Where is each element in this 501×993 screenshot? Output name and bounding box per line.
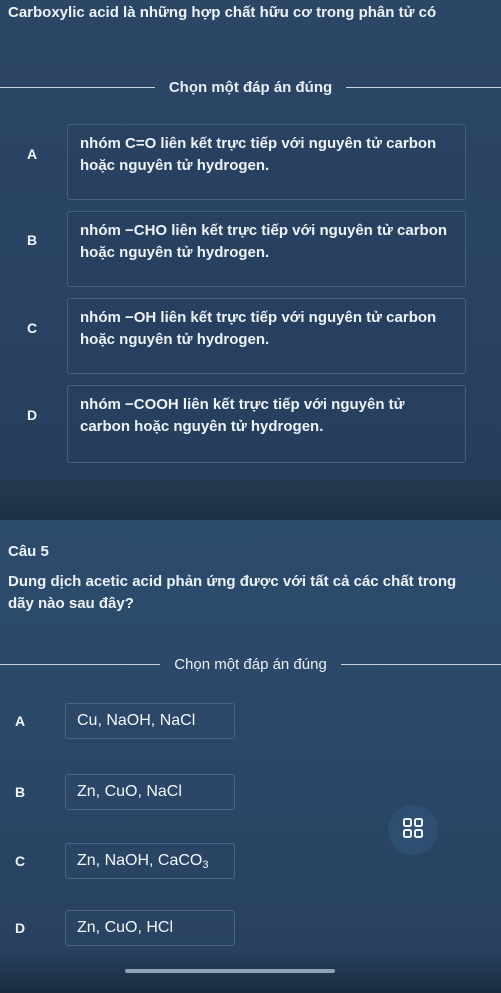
option-a-letter: A [14, 713, 26, 729]
option-b-letter: B [14, 784, 26, 800]
divider-line [340, 664, 501, 665]
prompt-divider-4: Chọn một đáp án đúng [0, 79, 501, 96]
option-c-letter: C [26, 320, 38, 336]
home-indicator[interactable] [125, 969, 335, 973]
option-c-text: Zn, NaOH, CaCO [77, 852, 203, 869]
option-a-letter: A [26, 146, 38, 162]
option-d-letter: D [14, 920, 26, 936]
option-c[interactable]: nhóm −OH liên kết trực tiếp với nguyên t… [67, 298, 466, 374]
option-d[interactable]: Zn, CuO, HCl [65, 910, 235, 946]
divider-line [0, 87, 155, 88]
question-5-text: Dung dịch acetic acid phản ứng được với … [8, 573, 457, 612]
option-d-letter: D [26, 407, 38, 423]
option-b[interactable]: Zn, CuO, NaCl [65, 774, 235, 810]
option-d[interactable]: nhóm −COOH liên kết trực tiếp với nguyên… [67, 385, 466, 463]
card-separator [0, 480, 501, 520]
option-c[interactable]: Zn, NaOH, CaCO3 [65, 843, 235, 879]
option-c-letter: C [14, 853, 26, 869]
grid-icon [402, 817, 424, 844]
option-a[interactable]: Cu, NaOH, NaCl [65, 703, 235, 739]
question-4-text: Carboxylic acid là những hợp chất hữu cơ… [8, 4, 437, 21]
option-b-letter: B [26, 232, 38, 248]
option-a[interactable]: nhóm C=O liên kết trực tiếp với nguyên t… [67, 124, 466, 200]
divider-line [346, 87, 501, 88]
divider-line [0, 664, 161, 665]
option-c-subscript: 3 [202, 859, 209, 871]
question-grid-button[interactable] [388, 805, 438, 855]
prompt-label: Chọn một đáp án đúng [168, 79, 333, 96]
prompt-divider-5: Chọn một đáp án đúng [0, 656, 501, 673]
question-5-number: Câu 5 [8, 543, 49, 560]
prompt-label: Chọn một đáp án đúng [174, 656, 327, 673]
option-b[interactable]: nhóm −CHO liên kết trực tiếp với nguyên … [67, 211, 466, 287]
